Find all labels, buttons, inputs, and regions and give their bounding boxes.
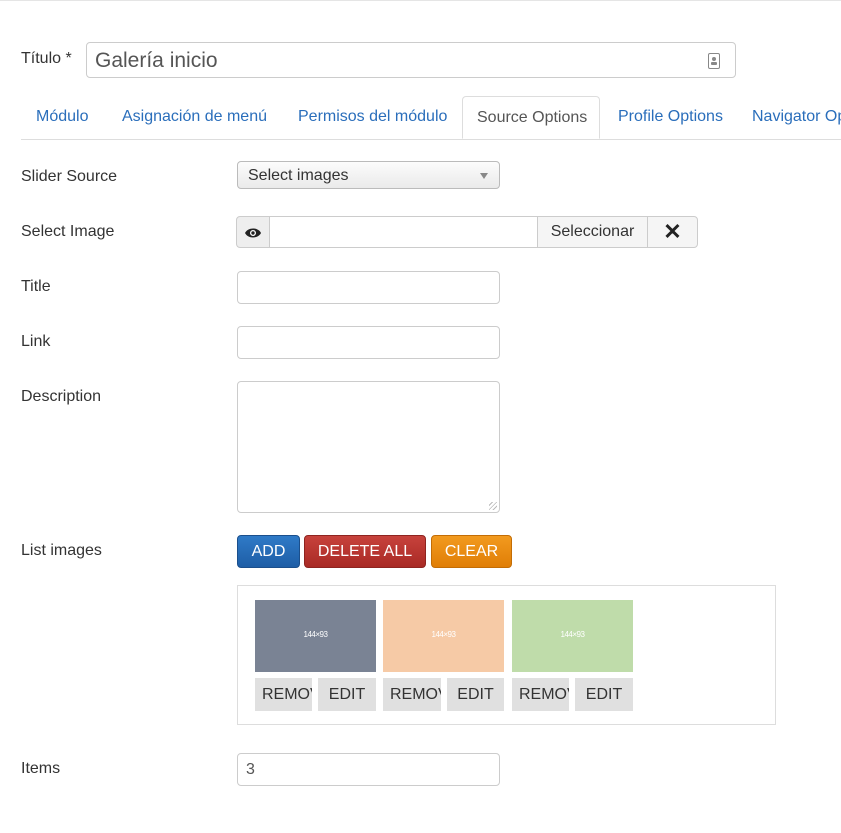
title-field-label: Title [21, 278, 51, 295]
tab-permisos-modulo[interactable]: Permisos del módulo [298, 96, 447, 138]
edit-image-button[interactable]: EDIT [447, 678, 504, 711]
delete-all-button[interactable]: DELETE ALL [304, 535, 426, 568]
description-textarea[interactable] [237, 381, 500, 513]
list-images-label: List images [21, 542, 102, 559]
items-input[interactable]: 3 [237, 753, 500, 786]
tab-source-options[interactable]: Source Options [462, 96, 600, 139]
tab-navigator-options[interactable]: Navigator Op [752, 96, 841, 138]
image-thumbnail[interactable]: 144×93 [383, 600, 504, 672]
top-divider [0, 0, 841, 1]
eye-icon [245, 228, 261, 238]
add-button[interactable]: ADD [237, 535, 300, 568]
tab-modulo[interactable]: Módulo [36, 96, 88, 138]
title-input[interactable]: Galería inicio [86, 42, 736, 78]
slider-source-value: Select images [248, 167, 349, 184]
link-input[interactable] [237, 326, 500, 359]
slider-source-select[interactable]: Select images [237, 161, 500, 189]
edit-image-button[interactable]: EDIT [318, 678, 376, 711]
select-image-label: Select Image [21, 223, 115, 240]
thumbnail-caption: 144×93 [431, 630, 456, 639]
thumbnail-caption: 144×93 [303, 630, 328, 639]
link-label: Link [21, 333, 51, 350]
clear-image-button[interactable]: ✕ [647, 216, 698, 248]
remove-image-button[interactable]: REMOVE [512, 678, 569, 711]
image-thumbnail[interactable]: 144×93 [512, 600, 633, 672]
items-label: Items [21, 760, 61, 777]
edit-image-button[interactable]: EDIT [575, 678, 633, 711]
title-label: Título * [21, 50, 72, 67]
image-thumbnail[interactable]: 144×93 [255, 600, 376, 672]
contact-card-icon [708, 53, 720, 69]
seleccionar-button[interactable]: Seleccionar [537, 216, 648, 248]
tab-profile-options[interactable]: Profile Options [618, 96, 723, 138]
description-label: Description [21, 388, 102, 405]
slide-title-input[interactable] [237, 271, 500, 304]
remove-image-button[interactable]: REMOVE [383, 678, 441, 711]
remove-image-button[interactable]: REMOVE [255, 678, 312, 711]
title-input-value: Galería inicio [95, 49, 218, 72]
preview-button[interactable] [236, 216, 270, 248]
slider-source-label: Slider Source [21, 168, 118, 185]
x-icon: ✕ [663, 219, 682, 244]
thumbnail-caption: 144×93 [560, 630, 585, 639]
tab-asignacion-menu[interactable]: Asignación de menú [122, 96, 267, 138]
image-list: 144×93 REMOVE EDIT 144×93 REMOVE EDIT 14… [237, 585, 776, 725]
resize-grip-icon[interactable] [489, 502, 497, 510]
image-path-input[interactable] [269, 216, 539, 248]
tab-bar: Módulo Asignación de menú Permisos del m… [21, 96, 841, 140]
clear-button[interactable]: CLEAR [431, 535, 512, 568]
chevron-down-icon [480, 173, 488, 179]
